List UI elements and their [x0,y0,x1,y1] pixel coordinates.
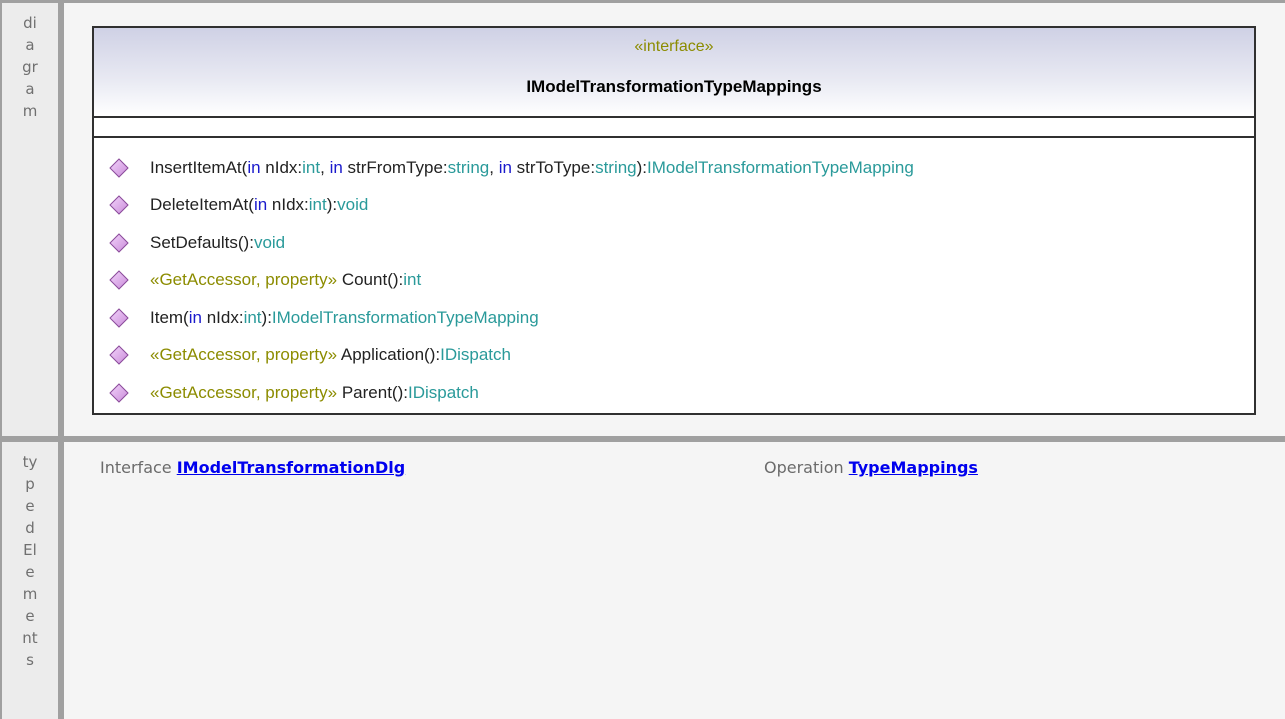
label-fragment: e [25,497,35,515]
operation-icon [109,345,129,365]
label-fragment: e [25,563,35,581]
label-fragment: ty [22,453,38,471]
signature-part: nIdx: [260,157,303,177]
operation-signature: «GetAccessor, property» Count():int [150,270,421,290]
label-fragment: a [25,80,35,98]
typed-elements-label: ty p e d El e m e nt s [2,442,58,719]
signature-part: ): [261,307,272,327]
label-fragment: nt [22,629,38,647]
signature-part: string [447,157,490,177]
diagram-label: di a gr a m [2,3,58,436]
label-fragment: a [25,36,35,54]
uml-header: «interface» IModelTransformationTypeMapp… [94,28,1254,118]
signature-part: int [302,157,321,177]
signature-part: SetDefaults(): [150,232,254,252]
operation-icon [109,158,129,178]
signature-part: IDispatch [440,345,511,365]
label-fragment: m [22,585,38,603]
signature-part: strToType: [511,157,596,177]
signature-part: Count(): [341,270,404,290]
label-fragment: di [23,14,37,32]
uml-operation: «GetAccessor, property» Application():ID… [109,337,1244,375]
signature-part: , [320,157,330,177]
signature-part: string [595,157,637,177]
uml-operations-list: InsertItemAt(in nIdx:int, in strFromType… [109,149,1244,412]
typed-elements-row: ty p e d El e m e nt s Interface IModelTransforma… [0,439,1285,719]
signature-part: InsertItemAt( [150,157,248,177]
label-fragment: El [23,541,37,559]
page-frame: di a gr a m «interface» IModelTransformation… [0,0,1285,719]
uml-interface-box: «interface» IModelTransformationTypeMapp… [92,26,1256,415]
uml-operation: DeleteItemAt(in nIdx:int):void [109,187,1244,225]
signature-part: strFromType: [342,157,448,177]
uml-operation: «GetAccessor, property» Parent():IDispat… [109,374,1244,412]
signature-part: IDispatch [407,382,479,402]
operation-icon [109,270,129,290]
typed-elements-content: Interface IModelTransformationDlg Operat… [64,442,1285,719]
diagram-content: «interface» IModelTransformationTypeMapp… [64,3,1285,436]
operation-link[interactable]: TypeMappings [849,458,978,477]
operation-signature: «GetAccessor, property» Parent():IDispat… [150,383,479,403]
uml-operation: Item(in nIdx:int):IModelTransformationTy… [109,299,1244,337]
operation-signature: SetDefaults():void [150,233,285,253]
signature-part: IModelTransformationTypeMapping [271,307,539,327]
label-fragment: s [26,651,34,669]
signature-part: nIdx: [201,307,244,327]
operation-signature: «GetAccessor, property» Application():ID… [150,345,511,365]
label-fragment: p [25,475,35,493]
signature-part: Item( [150,307,189,327]
signature-part: ): [326,195,338,215]
uml-stereotype: «interface» [634,38,714,55]
signature-part: int [243,307,262,327]
signature-part: Parent(): [341,382,408,402]
signature-part: DeleteItemAt( [150,195,254,215]
signature-part: «GetAccessor, property» [150,382,342,402]
operation-icon [109,233,129,253]
diagram-row: di a gr a m «interface» IModelTransformation… [0,0,1285,436]
uml-operation: InsertItemAt(in nIdx:int, in strFromType… [109,149,1244,187]
signature-part: void [253,232,286,252]
signature-part: void [337,195,369,215]
operation-reference: Operation TypeMappings [764,458,978,477]
operation-signature: InsertItemAt(in nIdx:int, in strFromType… [150,158,914,178]
operation-icon [109,383,129,403]
signature-part: int [308,195,327,215]
signature-part: in [188,307,202,327]
operation-icon [109,195,129,215]
operation-signature: DeleteItemAt(in nIdx:int):void [150,195,368,215]
uml-class-name: IModelTransformationTypeMappings [526,77,822,96]
signature-part: in [498,157,512,177]
label-fragment: gr [22,58,38,76]
signature-part: ): [636,157,648,177]
signature-part: in [253,195,268,215]
signature-part: IModelTransformationTypeMapping [647,157,914,177]
signature-part: int [403,270,422,290]
signature-part: «GetAccessor, property» [150,270,342,290]
operation-signature: Item(in nIdx:int):IModelTransformationTy… [150,308,539,328]
uml-attributes-compartment [94,116,1254,138]
signature-part: «GetAccessor, property» [150,345,341,365]
interface-reference: Interface IModelTransformationDlg [100,458,405,477]
signature-part: nIdx: [267,195,309,215]
label-fragment: e [25,607,35,625]
uml-operation: SetDefaults():void [109,224,1244,262]
label-fragment: d [25,519,35,537]
interface-link[interactable]: IModelTransformationDlg [177,458,405,477]
operation-prefix: Operation [764,458,849,477]
signature-part: in [247,157,261,177]
signature-part: in [329,157,343,177]
interface-prefix: Interface [100,458,177,477]
signature-part: , [489,157,499,177]
operation-icon [109,308,129,328]
signature-part: Application(): [340,345,441,365]
uml-operation: «GetAccessor, property» Count():int [109,262,1244,300]
label-fragment: m [22,102,38,120]
